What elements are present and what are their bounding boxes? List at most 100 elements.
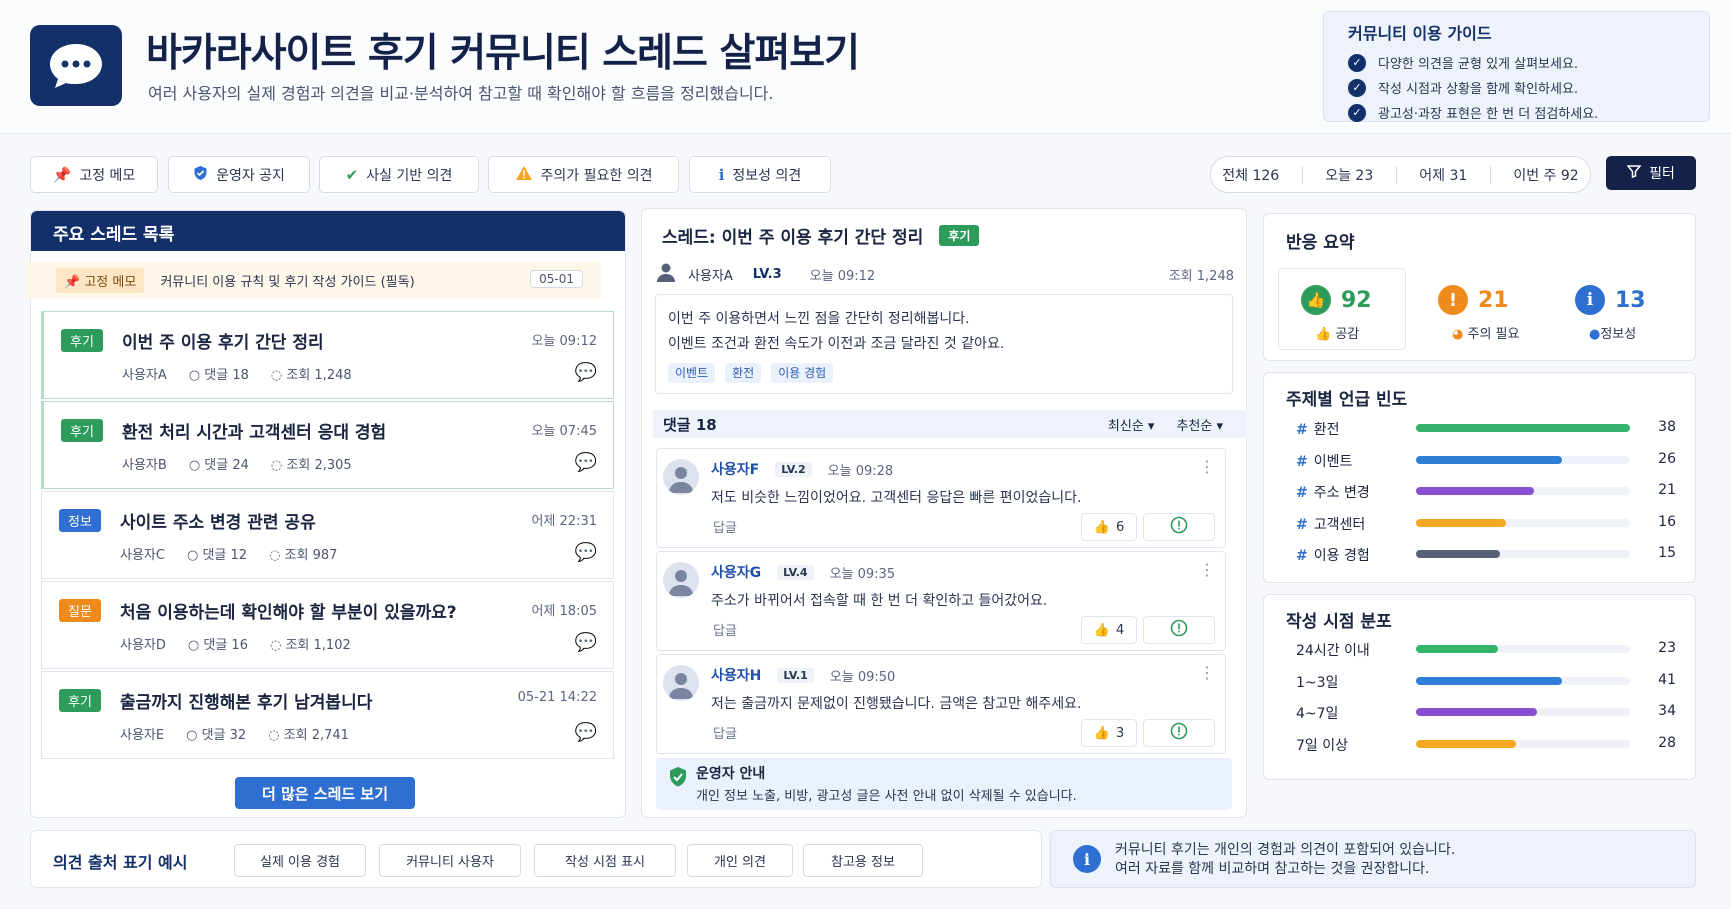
thread-item[interactable]: 후기 이번 주 이용 후기 간단 정리 오늘 09:12 사용자A ○ 댓글 18… xyxy=(41,311,614,399)
post-tag[interactable]: 이용 경험 xyxy=(771,363,834,383)
source-chip[interactable]: 실제 이용 경험 xyxy=(234,844,366,877)
report-button[interactable] xyxy=(1143,616,1215,644)
report-button[interactable] xyxy=(1143,513,1215,541)
pinned-memo-row[interactable]: 📌 고정 메모 커뮤니티 이용 규칙 및 후기 작성 가이드 (필독) 05-0… xyxy=(26,262,601,299)
bar-track xyxy=(1416,455,1630,464)
bar-track xyxy=(1416,708,1630,716)
shield-icon xyxy=(193,165,208,185)
thread-detail-level: LV.3 xyxy=(752,266,782,282)
thread-comments: ○ 댓글 24 xyxy=(188,458,249,473)
source-chip[interactable]: 작성 시점 표시 xyxy=(534,844,676,877)
thread-badge: 후기 xyxy=(59,689,101,712)
notice-line: 여러 자료를 함께 비교하며 참고하는 것을 권장합니다. xyxy=(1115,861,1430,877)
thread-item[interactable]: 후기 출금까지 진행해본 후기 남겨봅니다 05-21 14:22 사용자E ○ … xyxy=(41,671,614,759)
comment-author[interactable]: 사용자F xyxy=(711,459,759,479)
like-button[interactable]: 👍 6 xyxy=(1081,513,1137,541)
speech-bubble-icon: 💬 xyxy=(574,722,597,743)
bar-label: # 고객센터 xyxy=(1296,516,1366,533)
guide-item: ✓ 다양한 의견을 균형 있게 살펴보세요. xyxy=(1348,50,1685,75)
bar-row: 4~7일 34 xyxy=(1296,701,1676,723)
thread-detail-time: 오늘 09:12 xyxy=(809,268,876,284)
more-threads-button[interactable]: 더 많은 스레드 보기 xyxy=(235,777,415,809)
filter-operator-notice[interactable]: 운영자 공지 xyxy=(168,156,310,193)
bar-track xyxy=(1416,487,1630,495)
thread-item[interactable]: 정보 사이트 주소 변경 관련 공유 어제 22:31 사용자C ○ 댓글 12 ◌… xyxy=(41,491,614,579)
comment-time: 오늘 09:35 xyxy=(829,566,896,582)
bar-row: 1~3일 41 xyxy=(1296,670,1676,692)
bar-fill xyxy=(1416,708,1538,716)
view-count-icon: ◌ xyxy=(269,638,282,653)
view-count-icon: ◌ xyxy=(269,548,281,563)
speech-bubble-icon: 💬 xyxy=(574,632,597,653)
bar-fill xyxy=(1416,550,1501,558)
post-tag[interactable]: 이벤트 xyxy=(668,363,716,383)
bar-value: 28 xyxy=(1658,734,1676,751)
filter-pinned-memo[interactable]: 📌 고정 메모 xyxy=(30,156,158,193)
thread-time: 어제 22:31 xyxy=(531,514,597,529)
stat-today[interactable]: 오늘 23 xyxy=(1325,165,1373,185)
page-header: 바카라사이트 후기 커뮤니티 스레드 살펴보기 여러 사용자의 실제 경험과 의… xyxy=(0,0,1731,134)
sort-recommended-dropdown[interactable]: 추천순 ▾ xyxy=(1176,415,1223,434)
like-button[interactable]: 👍 4 xyxy=(1081,616,1137,644)
check-circle-icon: ✓ xyxy=(1348,78,1366,97)
stat-total[interactable]: 전체 126 xyxy=(1222,165,1279,185)
bar-label: 4~7일 xyxy=(1296,706,1339,722)
comment-level: LV.4 xyxy=(777,564,814,580)
reaction-agree[interactable]: 👍 92 👍 공감 xyxy=(1278,268,1406,350)
filter-caution[interactable]: 주의가 필요한 의견 xyxy=(488,156,679,193)
operator-notice: 운영자 안내 개인 정보 노출, 비방, 광고성 글은 사전 안내 없이 삭제될… xyxy=(656,758,1232,810)
sort-latest-dropdown[interactable]: 최신순 ▾ xyxy=(1108,415,1155,434)
reaction-info[interactable]: i 13 ●정보성 xyxy=(1552,268,1680,350)
thread-title: 이번 주 이용 후기 간단 정리 xyxy=(122,333,324,353)
thread-comments: ○ 댓글 18 xyxy=(188,368,249,383)
check-icon: ✔ xyxy=(345,165,359,184)
report-button[interactable] xyxy=(1143,719,1215,747)
stat-this-week[interactable]: 이번 주 92 xyxy=(1513,165,1578,185)
check-circle-icon: ✓ xyxy=(1348,103,1366,122)
thread-author: 사용자E xyxy=(120,728,165,743)
thread-time: 오늘 07:45 xyxy=(531,424,597,439)
comment-count-icon: ○ xyxy=(188,458,201,473)
thread-detail-title: 스레드: 이번 주 이용 후기 간단 정리 xyxy=(662,228,924,248)
comment-count-icon: ○ xyxy=(187,638,200,653)
user-avatar-icon xyxy=(663,665,699,701)
thread-views: ◌ 조회 1,248 xyxy=(270,368,352,383)
reaction-caution[interactable]: ! 21 ◕ 주의 필요 xyxy=(1415,268,1543,350)
thumbs-up-icon: 👍 xyxy=(1315,327,1332,342)
thread-item[interactable]: 후기 환전 처리 시간과 고객센터 응대 경험 오늘 07:45 사용자B ○ 댓… xyxy=(41,401,614,489)
pin-icon: 📌 xyxy=(64,275,81,290)
filter-informative[interactable]: i 정보성 의견 xyxy=(689,156,831,193)
thumbs-up-icon: 👍 xyxy=(1093,725,1110,741)
comment-author[interactable]: 사용자H xyxy=(711,665,761,685)
more-vertical-icon[interactable]: ⋮ xyxy=(1199,457,1215,476)
comment-time: 오늘 09:28 xyxy=(827,463,894,479)
reply-link[interactable]: 답글 xyxy=(713,620,737,639)
alert-circle-icon xyxy=(1170,619,1188,641)
filter-button[interactable]: 필터 xyxy=(1606,156,1696,190)
thread-comments: ○ 댓글 32 xyxy=(186,728,247,743)
like-button[interactable]: 👍 3 xyxy=(1081,719,1137,747)
reply-link[interactable]: 답글 xyxy=(713,517,737,536)
source-chip[interactable]: 개인 의견 xyxy=(687,844,793,877)
thread-detail-header: 스레드: 이번 주 이용 후기 간단 정리 후기 xyxy=(662,223,980,248)
thread-badge: 질문 xyxy=(59,599,101,622)
thread-detail-author[interactable]: 사용자A xyxy=(688,265,733,284)
bar-label: # 이용 경험 xyxy=(1296,548,1370,564)
reply-link[interactable]: 답글 xyxy=(713,723,737,742)
source-chip[interactable]: 커뮤니티 사용자 xyxy=(379,844,521,877)
stat-yesterday[interactable]: 어제 31 xyxy=(1419,165,1467,185)
more-vertical-icon[interactable]: ⋮ xyxy=(1199,560,1215,579)
thumbs-up-circle-icon: 👍 xyxy=(1301,285,1331,315)
comment-author[interactable]: 사용자G xyxy=(711,562,761,582)
bar-value: 26 xyxy=(1658,450,1676,467)
source-chip[interactable]: 참고용 정보 xyxy=(803,844,923,877)
timing-distribution-title: 작성 시점 분포 xyxy=(1286,612,1392,632)
hashtag-icon: # xyxy=(1296,485,1308,501)
post-tag[interactable]: 환전 xyxy=(725,363,762,383)
more-vertical-icon[interactable]: ⋮ xyxy=(1199,663,1215,682)
post-line: 이번 주 이용하면서 느낀 점을 간단히 정리해봅니다. xyxy=(668,311,970,327)
thread-item[interactable]: 질문 처음 이용하는데 확인해야 할 부분이 있을까요? 어제 18:05 사용… xyxy=(41,581,614,669)
filter-fact-based[interactable]: ✔ 사실 기반 의견 xyxy=(319,156,479,193)
exclamation-circle-icon: ! xyxy=(1438,285,1468,315)
bar-row: # 주소 변경 21 xyxy=(1296,480,1676,502)
